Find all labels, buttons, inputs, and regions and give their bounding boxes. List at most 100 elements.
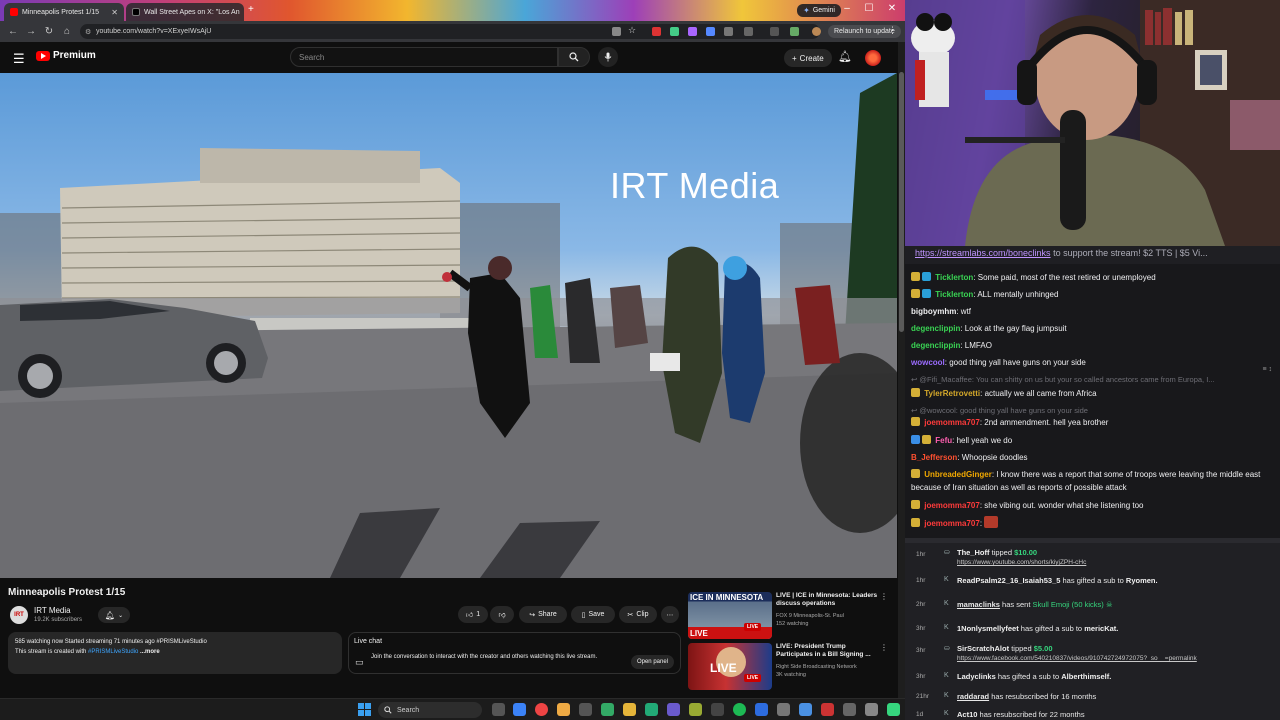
tab-wall-street-apes[interactable]: Wall Street Apes on X: "Los An ✕ bbox=[126, 3, 244, 21]
video-thumbnail[interactable]: ICE IN MINNESOTA LIVE LIVE bbox=[688, 592, 772, 639]
extension-icon[interactable] bbox=[670, 27, 679, 36]
chat-username[interactable]: degenclippin bbox=[911, 324, 960, 333]
app-icon[interactable] bbox=[579, 703, 592, 716]
recommended-video[interactable]: ICE IN MINNESOTA LIVE LIVE LIVE | ICE in… bbox=[688, 592, 898, 640]
extension-icon[interactable] bbox=[724, 27, 733, 36]
more-options-icon[interactable]: ⋮ bbox=[880, 592, 888, 601]
site-info-icon[interactable]: ⚙ bbox=[85, 28, 91, 36]
extension-icon[interactable] bbox=[652, 27, 661, 36]
windows-start-icon[interactable] bbox=[358, 703, 371, 716]
recommended-title[interactable]: LIVE | ICE in Minnesota: Leaders discuss… bbox=[776, 592, 884, 608]
streamlabs-link[interactable]: https://streamlabs.com/boneclinks bbox=[915, 248, 1051, 258]
tab-close-icon[interactable]: ✕ bbox=[111, 8, 118, 17]
forward-icon[interactable]: → bbox=[22, 26, 40, 37]
chat-username[interactable]: B_Jefferson bbox=[911, 453, 957, 462]
event-user[interactable]: ReadPsalm22_16_Isaiah53_5 bbox=[957, 576, 1060, 585]
video-player[interactable]: IRT Media bbox=[0, 73, 897, 578]
tip-message-link[interactable]: https://www.facebook.com/540210837/video… bbox=[957, 655, 1197, 662]
recommended-channel[interactable]: FOX 9 Minneapolis-St. Paul bbox=[776, 613, 844, 620]
reply-username[interactable]: @wowcool bbox=[919, 406, 955, 415]
taskbar-search[interactable]: Search bbox=[378, 702, 482, 718]
app-icon[interactable] bbox=[645, 703, 658, 716]
maximize-icon[interactable]: ☐ bbox=[859, 3, 879, 14]
chat-username[interactable]: UnbreadedGinger bbox=[924, 470, 992, 479]
task-view-icon[interactable] bbox=[492, 703, 505, 716]
event-target[interactable]: Alberthimself. bbox=[1061, 672, 1111, 681]
extension-icon[interactable] bbox=[688, 27, 697, 36]
chat-username[interactable]: TylerRetrovetti bbox=[924, 389, 980, 398]
back-icon[interactable]: ← bbox=[4, 26, 22, 37]
create-button[interactable]: + Create bbox=[784, 49, 832, 67]
recommended-channel[interactable]: Right Side Broadcasting Network bbox=[776, 664, 857, 671]
app-icon[interactable] bbox=[689, 703, 702, 716]
chrome-icon[interactable] bbox=[535, 703, 548, 716]
app-icon[interactable] bbox=[843, 703, 856, 716]
dislike-button[interactable]: 👎︎ bbox=[490, 606, 514, 623]
new-tab-icon[interactable]: + bbox=[248, 4, 254, 15]
notifications-bell-icon[interactable]: 🔔︎ bbox=[838, 50, 852, 63]
event-user[interactable]: raddarad bbox=[957, 692, 989, 701]
hamburger-menu-icon[interactable]: ☰ bbox=[13, 51, 25, 67]
extensions-puzzle-icon[interactable] bbox=[744, 27, 753, 36]
obs-icon[interactable] bbox=[711, 703, 724, 716]
file-explorer-icon[interactable] bbox=[623, 703, 636, 716]
save-button[interactable]: ▯ Save bbox=[571, 606, 615, 623]
scrollbar-thumb[interactable] bbox=[899, 72, 904, 332]
recommended-title[interactable]: LIVE: President Trump Participates in a … bbox=[776, 643, 884, 659]
chat-username[interactable]: joemomma707 bbox=[924, 519, 980, 528]
app-icon[interactable] bbox=[799, 703, 812, 716]
chat-username[interactable]: degenclippin bbox=[911, 341, 960, 350]
page-scrollbar[interactable] bbox=[898, 42, 905, 698]
hashtag-link[interactable]: #PRISMLiveStudio bbox=[88, 649, 138, 655]
close-window-icon[interactable]: ✕ bbox=[882, 3, 902, 14]
app-icon[interactable] bbox=[601, 703, 614, 716]
chat-username[interactable]: joemomma707 bbox=[924, 501, 980, 510]
app-icon[interactable] bbox=[755, 703, 768, 716]
app-icon[interactable] bbox=[557, 703, 570, 716]
event-user[interactable]: 1Nonlysmellyfeet bbox=[957, 624, 1019, 633]
browser-menu-icon[interactable]: ⋮ bbox=[888, 25, 897, 36]
app-icon[interactable] bbox=[513, 703, 526, 716]
event-user[interactable]: SirScratchAlot bbox=[957, 644, 1009, 653]
event-user[interactable]: Ladyclinks bbox=[957, 672, 996, 681]
extension-icon[interactable] bbox=[706, 27, 715, 36]
gemini-button[interactable]: ✦ Gemini bbox=[797, 4, 841, 17]
like-button[interactable]: 👍︎ 1 bbox=[458, 606, 488, 623]
channel-name[interactable]: IRT Media bbox=[34, 606, 71, 615]
profile-avatar[interactable] bbox=[812, 27, 821, 36]
more-link[interactable]: ...more bbox=[138, 649, 160, 655]
reload-icon[interactable]: ↻ bbox=[40, 26, 58, 37]
cast-icon[interactable] bbox=[612, 27, 621, 36]
event-user[interactable]: mamaclinks bbox=[957, 600, 1000, 609]
event-user[interactable]: The_Hoff bbox=[957, 548, 990, 557]
chat-controls[interactable]: ≡ ↕ bbox=[1262, 366, 1272, 373]
chat-username[interactable]: bigboymhm bbox=[911, 307, 956, 316]
chat-username[interactable]: wowcool bbox=[911, 358, 945, 367]
more-actions-button[interactable]: ⋯ bbox=[661, 606, 679, 623]
subscription-notify-button[interactable]: 🔔︎ ⌄ bbox=[98, 607, 130, 623]
app-icon[interactable] bbox=[865, 703, 878, 716]
video-thumbnail[interactable]: LIVE LIVE bbox=[688, 643, 772, 690]
account-avatar[interactable] bbox=[865, 50, 881, 66]
event-user[interactable]: Act10 bbox=[957, 710, 977, 719]
reply-username[interactable]: @Fifi_Macaffee bbox=[919, 375, 972, 384]
download-icon[interactable] bbox=[790, 27, 799, 36]
channel-avatar[interactable]: IRT bbox=[10, 606, 28, 624]
search-button[interactable] bbox=[558, 47, 590, 67]
minimize-icon[interactable]: – bbox=[837, 3, 857, 14]
spotify-icon[interactable] bbox=[733, 703, 746, 716]
side-panel-icon[interactable] bbox=[770, 27, 779, 36]
voice-search-button[interactable] bbox=[598, 47, 618, 67]
event-target[interactable]: mericKat. bbox=[1084, 624, 1118, 633]
tip-message-link[interactable]: https://www.youtube.com/shorts/kiyjZPH-c… bbox=[957, 559, 1086, 566]
chat-username[interactable]: joemomma707 bbox=[924, 418, 980, 427]
app-icon[interactable] bbox=[777, 703, 790, 716]
open-panel-button[interactable]: Open panel bbox=[630, 655, 674, 669]
share-button[interactable]: ↪ Share bbox=[519, 606, 567, 623]
chat-username[interactable]: Ticklerton bbox=[935, 290, 973, 299]
bookmark-star-icon[interactable]: ☆ bbox=[628, 25, 637, 35]
app-icon[interactable] bbox=[667, 703, 680, 716]
kick-app-icon[interactable] bbox=[887, 703, 900, 716]
app-icon[interactable] bbox=[821, 703, 834, 716]
tab-youtube[interactable]: Minneapolis Protest 1/15 ✕ bbox=[4, 3, 124, 21]
